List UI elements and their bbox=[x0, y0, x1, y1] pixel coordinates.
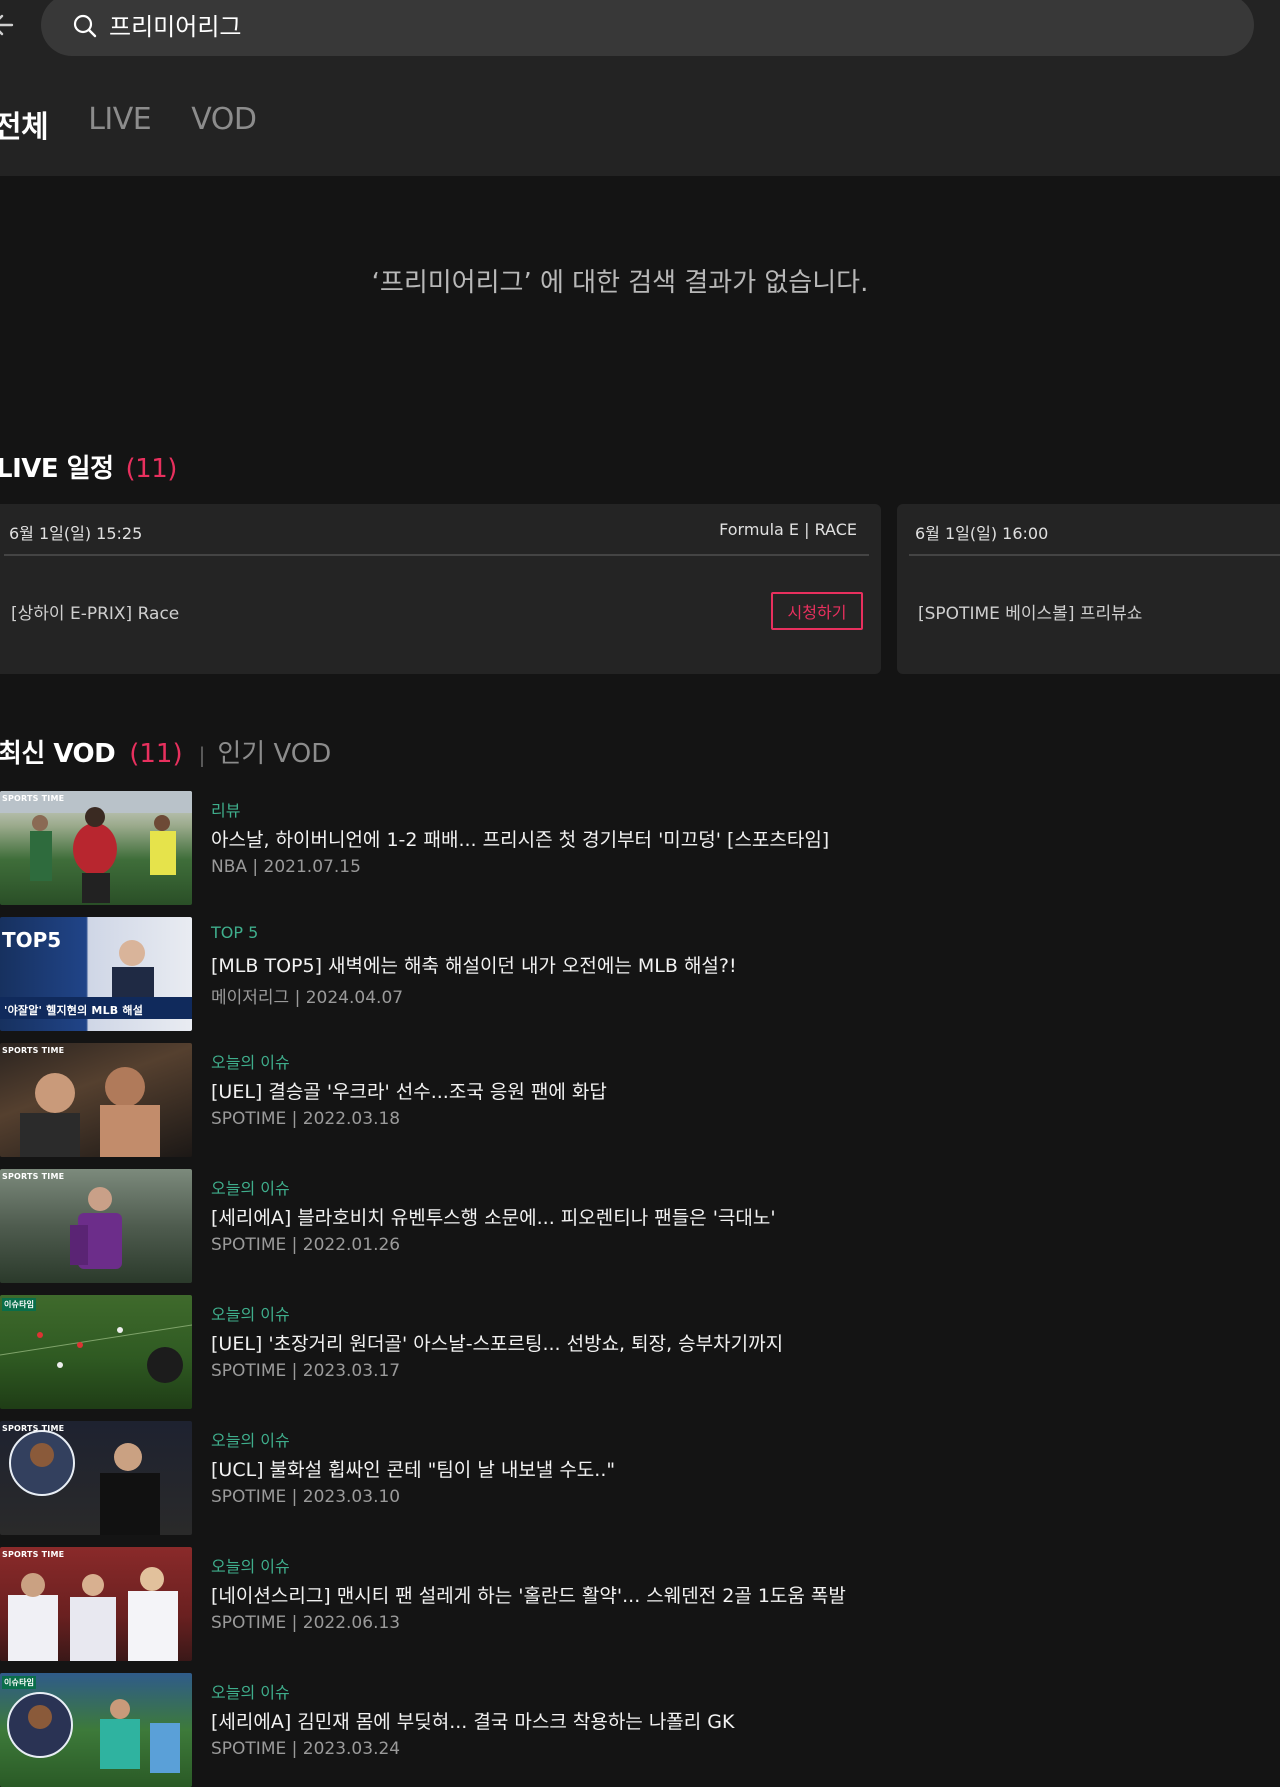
vod-meta: SPOTIME | 2023.03.17 bbox=[211, 1361, 401, 1381]
thumbnail-label: 이슈타임 bbox=[2, 1298, 37, 1311]
vod-meta: SPOTIME | 2023.03.10 bbox=[211, 1487, 401, 1507]
vod-section-header: 최신 VOD (11) | 인기 VOD bbox=[0, 733, 331, 770]
thumbnail-label: SPORTS TIME bbox=[2, 1550, 65, 1559]
vod-category: 오늘의 이슈 bbox=[211, 1557, 290, 1576]
vod-meta: NBA | 2021.07.15 bbox=[211, 857, 361, 877]
no-results-message: ‘프리미어리그’ 에 대한 검색 결과가 없습니다. bbox=[371, 268, 869, 298]
vod-item[interactable]: SPORTS TIME 리뷰 아스날, 하이버니언에 1-2 패배... 프리시… bbox=[0, 791, 1280, 905]
vod-category: 오늘의 이슈 bbox=[211, 1683, 290, 1702]
live-title: [SPOTIME 베이스볼] 프리뷰쇼 bbox=[918, 604, 1143, 624]
vod-item[interactable]: SPORTS TIME 오늘의 이슈 [네이션스리그] 맨시티 팬 설레게 하는… bbox=[0, 1547, 1280, 1661]
thumbnail-label: SPORTS TIME bbox=[2, 1046, 65, 1055]
tab-vod[interactable]: VOD bbox=[191, 102, 257, 146]
vod-item[interactable]: SPORTS TIME 오늘의 이슈 [UCL] 불화설 휩싸인 콘테 "팀이 … bbox=[0, 1421, 1280, 1535]
live-category: Formula E | RACE bbox=[719, 520, 857, 539]
vod-thumbnail: 이슈타임 bbox=[0, 1673, 192, 1787]
search-icon bbox=[73, 14, 97, 38]
vod-item[interactable]: 이슈타임 오늘의 이슈 [세리에A] 김민재 몸에 부딪혀... 결국 마스크 … bbox=[0, 1673, 1280, 1787]
vod-meta: 메이저리그 | 2024.04.07 bbox=[211, 988, 404, 1008]
vod-thumbnail: 이슈타임 bbox=[0, 1295, 192, 1409]
thumbnail-label: SPORTS TIME bbox=[2, 794, 65, 803]
live-title: [상하이 E-PRIX] Race bbox=[11, 604, 180, 624]
vod-meta: SPOTIME | 2022.01.26 bbox=[211, 1235, 401, 1255]
vod-thumbnail: TOP5 '야잘알' 헬지현의 MLB 해설 bbox=[0, 917, 192, 1031]
vod-category: 리뷰 bbox=[211, 801, 241, 820]
watch-button[interactable]: 시청하기 bbox=[771, 592, 863, 630]
live-card[interactable]: 6월 1일(일) 16:00 [SPOTIME 베이스볼] 프리뷰쇼 bbox=[897, 504, 1280, 674]
search-bar[interactable] bbox=[41, 0, 1254, 56]
vod-popular-tab[interactable]: 인기 VOD bbox=[217, 733, 331, 770]
vod-item[interactable]: 이슈타임 오늘의 이슈 [UEL] '초장거리 원더골' 아스날-스포르팅...… bbox=[0, 1295, 1280, 1409]
vod-title: [세리에A] 김민재 몸에 부딪혀... 결국 마스크 착용하는 나폴리 GK bbox=[211, 1711, 735, 1733]
vod-title: [세리에A] 블라호비치 유벤투스행 소문에... 피오렌티나 팬들은 '극대노… bbox=[211, 1207, 776, 1229]
tab-all[interactable]: 전체 bbox=[0, 102, 49, 146]
vod-thumbnail: SPORTS TIME bbox=[0, 1043, 192, 1157]
vod-thumbnail: SPORTS TIME bbox=[0, 1547, 192, 1661]
thumbnail-label: 이슈타임 bbox=[2, 1676, 37, 1689]
live-title-text: LIVE 일정 bbox=[0, 454, 114, 484]
svg-text:TOP5: TOP5 bbox=[2, 928, 61, 952]
vod-item[interactable]: TOP5 '야잘알' 헬지현의 MLB 해설 TOP 5 [MLB TOP5] … bbox=[0, 917, 1280, 1031]
vod-category: 오늘의 이슈 bbox=[211, 1053, 290, 1072]
search-input[interactable] bbox=[109, 4, 1209, 44]
result-tabs: 전체 LIVE VOD bbox=[0, 102, 296, 146]
tab-live[interactable]: LIVE bbox=[88, 102, 152, 146]
vod-meta: SPOTIME | 2022.03.18 bbox=[211, 1109, 401, 1129]
vod-category: 오늘의 이슈 bbox=[211, 1305, 290, 1324]
vod-meta: SPOTIME | 2022.06.13 bbox=[211, 1613, 401, 1633]
vod-latest-tab[interactable]: 최신 VOD bbox=[0, 733, 116, 770]
vod-thumbnail: SPORTS TIME bbox=[0, 1421, 192, 1535]
header: 전체 LIVE VOD bbox=[0, 0, 1280, 176]
vod-tab-separator: | bbox=[198, 743, 206, 767]
card-divider bbox=[4, 554, 869, 556]
card-divider bbox=[909, 554, 1280, 556]
vod-meta: SPOTIME | 2023.03.24 bbox=[211, 1739, 401, 1759]
live-section-title: LIVE 일정 (11) bbox=[0, 448, 177, 485]
vod-title: [UEL] 결승골 '우크라' 선수...조국 응원 팬에 화답 bbox=[211, 1081, 607, 1103]
vod-title: [UCL] 불화설 휩싸인 콘테 "팀이 날 내보낼 수도.." bbox=[211, 1459, 616, 1481]
vod-title: 아스날, 하이버니언에 1-2 패배... 프리시즌 첫 경기부터 '미끄덩' … bbox=[211, 829, 830, 851]
vod-thumbnail: SPORTS TIME bbox=[0, 1169, 192, 1283]
live-date: 6월 1일(일) 15:25 bbox=[9, 524, 143, 543]
vod-title: [UEL] '초장거리 원더골' 아스날-스포르팅... 선방쇼, 퇴장, 승부… bbox=[211, 1333, 784, 1355]
thumbnail-label: '야잘알' 헬지현의 MLB 해설 bbox=[4, 1004, 144, 1017]
back-arrow-icon[interactable] bbox=[0, 8, 20, 42]
live-count: (11) bbox=[125, 454, 178, 484]
vod-category: 오늘의 이슈 bbox=[211, 1431, 290, 1450]
thumbnail-label: SPORTS TIME bbox=[2, 1172, 65, 1181]
vod-item[interactable]: SPORTS TIME 오늘의 이슈 [세리에A] 블라호비치 유벤투스행 소문… bbox=[0, 1169, 1280, 1283]
live-date: 6월 1일(일) 16:00 bbox=[915, 524, 1049, 543]
vod-item[interactable]: SPORTS TIME 오늘의 이슈 [UEL] 결승골 '우크라' 선수...… bbox=[0, 1043, 1280, 1157]
vod-count: (11) bbox=[129, 739, 183, 769]
vod-category: 오늘의 이슈 bbox=[211, 1179, 290, 1198]
live-card[interactable]: 6월 1일(일) 15:25 Formula E | RACE [상하이 E-P… bbox=[0, 504, 881, 674]
vod-title: [네이션스리그] 맨시티 팬 설레게 하는 '홀란드 활약'... 스웨덴전 2… bbox=[211, 1585, 846, 1607]
vod-thumbnail: SPORTS TIME bbox=[0, 791, 192, 905]
vod-title: [MLB TOP5] 새벽에는 해축 해설이던 내가 오전에는 MLB 해설?! bbox=[211, 955, 737, 977]
thumbnail-label: SPORTS TIME bbox=[2, 1424, 65, 1433]
vod-category: TOP 5 bbox=[211, 923, 259, 942]
